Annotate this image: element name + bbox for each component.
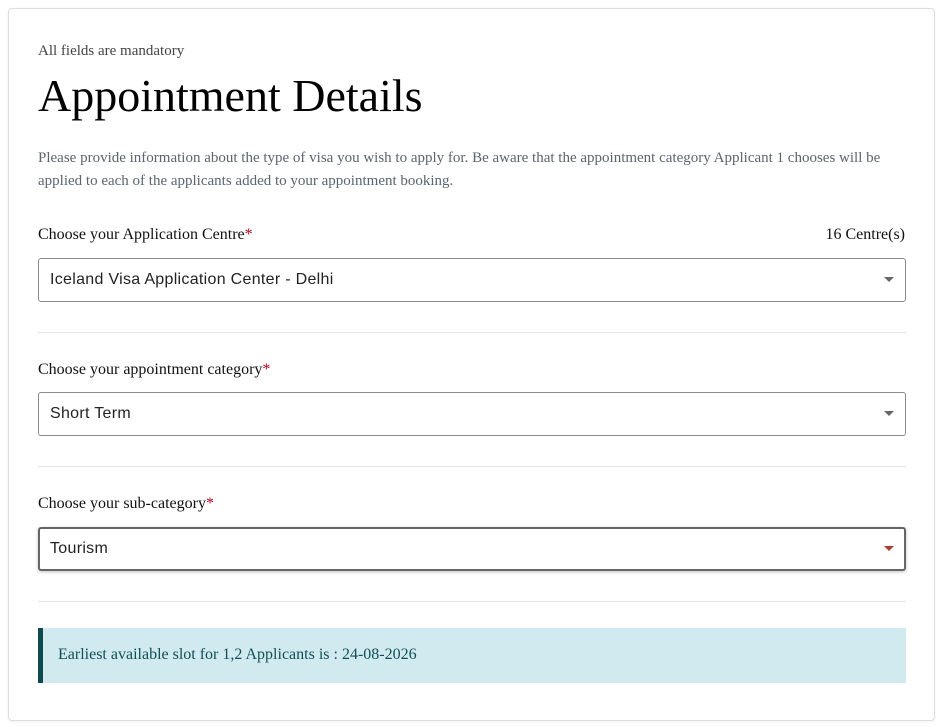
centre-label-text: Choose your Application Centre [38,226,245,243]
required-marker: * [205,495,214,512]
chevron-down-icon [884,546,894,551]
category-select-value: Short Term [50,405,131,422]
intro-text: Please provide information about the typ… [38,150,881,189]
appointment-details-card: All fields are mandatory Appointment Det… [8,8,935,721]
subcategory-label: Choose your sub-category* [38,494,214,514]
earliest-slot-banner: Earliest available slot for 1,2 Applican… [38,628,906,683]
chevron-down-icon [884,277,894,282]
category-label-text: Choose your appointment category [38,361,263,378]
required-marker: * [262,361,271,378]
divider [38,332,906,333]
mandatory-note: All fields are mandatory [38,43,185,59]
centre-label: Choose your Application Centre* [38,225,253,245]
category-select[interactable]: Short Term [38,392,906,436]
category-label: Choose your appointment category* [38,360,270,380]
required-marker: * [244,226,253,243]
centre-select[interactable]: Iceland Visa Application Center - Delhi [38,258,906,302]
chevron-down-icon [884,411,894,416]
divider [38,601,906,602]
subcategory-select[interactable]: Tourism [38,527,906,571]
centre-count: 16 Centre(s) [825,226,905,243]
centre-select-value: Iceland Visa Application Center - Delhi [50,271,334,288]
divider [38,466,906,467]
page-title: Appointment Details [38,70,423,121]
subcategory-label-text: Choose your sub-category [38,495,206,512]
subcategory-select-value: Tourism [50,540,109,557]
earliest-slot-text: Earliest available slot for 1,2 Applican… [58,646,417,663]
